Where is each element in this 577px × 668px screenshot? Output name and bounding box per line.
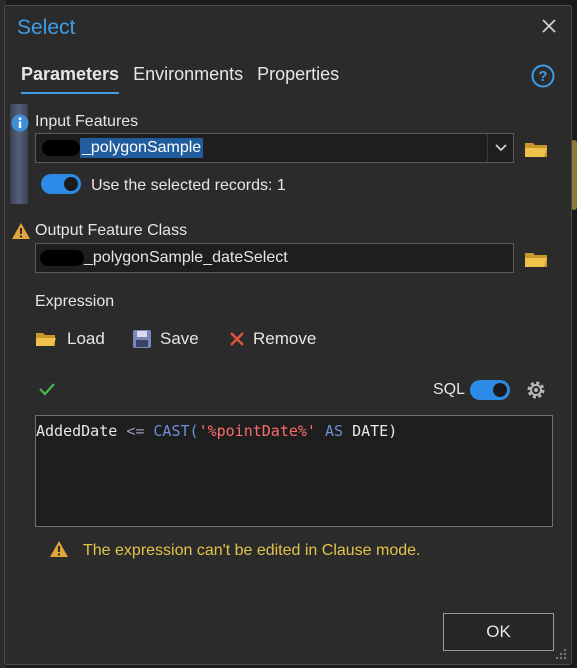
sql-string: '%pointDate%'	[198, 422, 316, 440]
redacted-text	[42, 140, 80, 156]
remove-button[interactable]: Remove	[229, 329, 316, 349]
input-features-value: _polygonSample	[42, 138, 204, 158]
save-label: Save	[160, 329, 199, 348]
browse-folder-icon[interactable]	[523, 247, 551, 271]
resize-grip-icon[interactable]	[555, 648, 567, 660]
info-icon	[11, 114, 29, 132]
dialog-title: Select	[17, 16, 76, 39]
close-button[interactable]	[537, 14, 561, 38]
sql-type: DATE)	[352, 422, 398, 440]
output-feature-class-text: _polygonSample_dateSelect	[84, 249, 288, 266]
input-features-text: _polygonSample	[80, 138, 204, 158]
tab-properties[interactable]: Properties	[257, 64, 339, 94]
browse-folder-icon[interactable]	[523, 137, 551, 161]
save-button[interactable]: Save	[132, 329, 199, 349]
input-features-combobox[interactable]: _polygonSample	[35, 133, 514, 163]
select-dialog: Select Parameters Environments Propertie…	[4, 5, 572, 665]
toggle-knob	[64, 177, 78, 191]
sql-operator: <=	[126, 422, 145, 440]
sql-as: AS	[325, 422, 344, 440]
remove-x-icon	[230, 332, 244, 346]
tab-strip: Parameters Environments Properties	[21, 64, 339, 94]
ok-button[interactable]: OK	[443, 613, 554, 651]
use-selected-toggle[interactable]	[41, 174, 81, 194]
warning-icon	[50, 541, 68, 557]
warning-icon	[12, 223, 30, 239]
output-feature-class-label: Output Feature Class	[35, 222, 188, 239]
title-bar: Select	[5, 6, 571, 48]
save-disk-icon	[133, 330, 151, 348]
folder-open-icon	[36, 333, 56, 346]
use-selected-label: Use the selected records: 1	[91, 177, 286, 194]
sql-function: CAST(	[153, 422, 199, 440]
sql-label: SQL	[433, 381, 466, 398]
help-icon[interactable]: ?	[531, 64, 555, 88]
valid-check-icon	[39, 383, 55, 396]
redacted-text	[40, 250, 84, 266]
sql-toggle[interactable]	[470, 380, 510, 400]
close-icon	[542, 19, 556, 33]
toggle-knob	[493, 383, 507, 397]
clause-mode-warning: The expression can't be edited in Clause…	[83, 542, 421, 559]
chevron-down-icon	[494, 144, 507, 152]
svg-text:?: ?	[538, 68, 547, 85]
tab-parameters[interactable]: Parameters	[21, 64, 120, 94]
dropdown-button[interactable]	[487, 134, 513, 162]
sql-expression-editor[interactable]: AddedDate <= CAST('%pointDate%' AS DATE)	[35, 415, 553, 527]
load-button[interactable]: Load	[35, 329, 105, 349]
remove-label: Remove	[253, 329, 317, 348]
gear-icon[interactable]	[524, 378, 548, 402]
sql-field: AddedDate	[36, 422, 118, 440]
load-label: Load	[67, 329, 105, 348]
output-feature-class-input[interactable]: _polygonSample_dateSelect	[35, 243, 514, 273]
tab-environments[interactable]: Environments	[133, 64, 243, 94]
expression-label: Expression	[35, 293, 115, 310]
input-features-label: Input Features	[35, 113, 139, 130]
